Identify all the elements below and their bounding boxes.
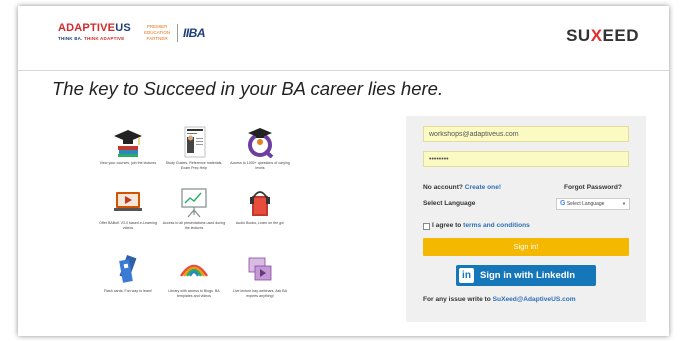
create-account-link[interactable]: Create one! (465, 184, 501, 191)
adaptiveus-logo[interactable]: ADAPTIVEUS THINK BA. THINK ADAPTIVE (58, 22, 131, 41)
feature-courses: View your courses, join the lectures (96, 126, 160, 166)
feature-caption: Access to all presentations used during … (162, 221, 226, 230)
no-account-label: No account? (423, 184, 463, 191)
presentation-board-icon (181, 188, 207, 218)
feature-caption: Study Guides, Reference materials, Exam … (165, 161, 223, 170)
feature-caption: Library with access to Blogs, BA templat… (168, 289, 220, 298)
support-email-link[interactable]: SuXeed@AdaptiveUS.com (493, 296, 576, 303)
page-headline: The key to Succeed in your BA career lie… (52, 78, 444, 99)
feature-questions: Access to 1000+ questions of varying lev… (228, 126, 292, 171)
email-field[interactable] (423, 126, 629, 142)
select-language-label: Select Language (423, 200, 476, 207)
partner-badge: PREMIER EDUCATION PARTNER (144, 24, 171, 41)
login-panel: No account? Create one! Forgot Password?… (406, 116, 646, 322)
suxeed-logo[interactable]: SUXEED (566, 26, 639, 46)
feature-presentations: Access to all presentations used during … (162, 186, 226, 231)
linkedin-label: Sign in with LinkedIn (480, 270, 575, 281)
video-laptop-icon (114, 192, 142, 211)
flash-cards-icon (119, 254, 137, 283)
feature-caption: View your courses, join the lectures (99, 161, 157, 165)
forgot-password-link[interactable]: Forgot Password? (564, 184, 622, 191)
agree-label: I agree to (432, 222, 462, 229)
feature-audiobooks: Audio Books, Learn on the go! (228, 186, 292, 226)
brand-tag-a: THINK BA. (58, 36, 83, 41)
brand-name-b: US (115, 22, 131, 34)
no-account-row: No account? Create one! (423, 184, 501, 191)
feature-webinars: Live lecture bay webinars, Ask BA expert… (228, 254, 292, 299)
support-note: For any issue write to SuXeed@AdaptiveUS… (423, 296, 576, 303)
logo-divider (177, 24, 178, 42)
quiz-q-icon (248, 128, 274, 158)
terms-link[interactable]: terms and conditions (463, 222, 530, 229)
audiobook-icon (250, 191, 270, 216)
library-rainbow-icon (179, 264, 209, 277)
header-divider (18, 70, 669, 71)
feature-caption: Audio Books, Learn on the go! (235, 221, 285, 225)
google-translate-icon: G (560, 200, 566, 207)
suxeed-x-figure-icon: X (590, 26, 603, 45)
language-select-value: Select Language (566, 201, 605, 207)
sign-in-button[interactable]: Sign in! (423, 238, 629, 256)
chevron-down-icon: ▼ (622, 201, 626, 206)
linkedin-icon: in (459, 268, 474, 283)
password-field[interactable] (423, 151, 629, 167)
brand-tag-b: THINK ADAPTIVE (84, 36, 125, 41)
feature-library: Library with access to Blogs, BA templat… (162, 254, 226, 299)
language-select[interactable]: G Select Language ▼ (556, 198, 630, 210)
feature-caption: Live lecture bay webinars, Ask BA expert… (232, 289, 288, 298)
feature-flash-cards: Flash cards, Fun way to learn! (96, 254, 160, 294)
webinar-video-icon (248, 257, 272, 281)
linkedin-signin-button[interactable]: in Sign in with LinkedIn (456, 265, 596, 286)
feature-caption: Offer BABoK V3.0 based e-Learning videos (99, 221, 157, 230)
graduation-cap-books-icon (114, 130, 142, 157)
page-frame: ADAPTIVEUS THINK BA. THINK ADAPTIVE PREM… (18, 6, 669, 336)
support-label: For any issue write to (423, 296, 491, 303)
feature-caption: Access to 1000+ questions of varying lev… (230, 161, 290, 170)
iiba-logo: IIBA (183, 26, 206, 40)
terms-checkbox[interactable] (423, 223, 430, 230)
feature-study-guides: Study Guides, Reference materials, Exam … (162, 126, 226, 171)
study-guide-document-icon (184, 126, 206, 158)
feature-videos: Offer BABoK V3.0 based e-Learning videos (96, 186, 160, 231)
terms-row: I agree to terms and conditions (432, 222, 530, 229)
feature-caption: Flash cards, Fun way to learn! (103, 289, 153, 293)
brand-name-a: ADAPTIVE (58, 22, 116, 34)
